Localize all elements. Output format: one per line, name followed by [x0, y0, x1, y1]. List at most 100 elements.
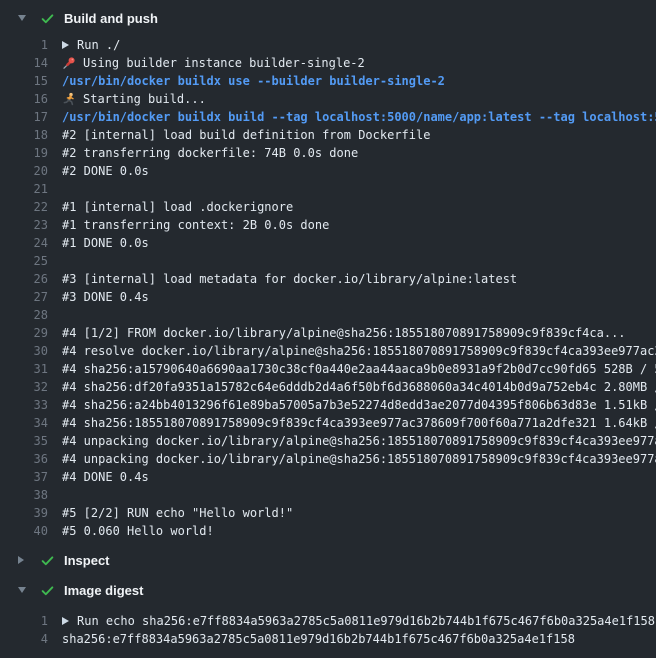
log-text-content: Starting build...: [83, 90, 206, 108]
log-text: [62, 306, 656, 324]
log-text: #5 [2/2] RUN echo "Hello world!": [62, 504, 656, 522]
success-check-icon: [40, 11, 55, 26]
runner-icon: [62, 92, 76, 106]
log-text: #1 transferring context: 2B 0.0s done: [62, 216, 656, 234]
log-line: 28: [0, 306, 656, 324]
log-text: #4 DONE 0.4s: [62, 468, 656, 486]
line-number[interactable]: 34: [0, 414, 48, 432]
log-line: 18#2 [internal] load build definition fr…: [0, 126, 656, 144]
line-number[interactable]: 38: [0, 486, 48, 504]
log-text-content: #3 [internal] load metadata for docker.i…: [62, 270, 517, 288]
log-text: #4 [1/2] FROM docker.io/library/alpine@s…: [62, 324, 656, 342]
section-header-build-and-push[interactable]: Build and push: [0, 0, 656, 36]
log-text: #4 sha256:df20fa9351a15782c64e6dddb2d4a6…: [62, 378, 656, 396]
log-text-content: #1 [internal] load .dockerignore: [62, 198, 293, 216]
line-number[interactable]: 39: [0, 504, 48, 522]
log-text: Run ./: [62, 36, 656, 54]
log-text-content: #4 DONE 0.4s: [62, 468, 149, 486]
line-number[interactable]: 31: [0, 360, 48, 378]
log-line: 39 #5 [2/2] RUN echo "Hello world!": [0, 504, 656, 522]
log-text-content: Using builder instance builder-single-2: [83, 54, 365, 72]
log-text: [62, 252, 656, 270]
line-number[interactable]: 28: [0, 306, 48, 324]
log-text-content: #4 sha256:a24bb4013296f61e89ba57005a7b3e…: [62, 396, 656, 414]
log-text-content: #5 [2/2] RUN echo "Hello world!": [62, 504, 293, 522]
expand-run-play-icon[interactable]: [62, 41, 69, 49]
line-number[interactable]: 37: [0, 468, 48, 486]
log-line: 17/usr/bin/docker buildx build --tag loc…: [0, 108, 656, 126]
line-number[interactable]: 20: [0, 162, 48, 180]
line-number[interactable]: 25: [0, 252, 48, 270]
log-line: 36 #4 unpacking docker.io/library/alpine@…: [0, 450, 656, 468]
log-line: 20 #2 DONE 0.0s: [0, 162, 656, 180]
success-check-icon: [40, 553, 55, 568]
log-text: #3 DONE 0.4s: [62, 288, 656, 306]
line-number[interactable]: 16: [0, 90, 48, 108]
line-number[interactable]: 35: [0, 432, 48, 450]
line-number[interactable]: 14: [0, 54, 48, 72]
log-line: 27 #3 DONE 0.4s: [0, 288, 656, 306]
log-text-content: #4 sha256:a15790640a6690aa1730c38cf0a440…: [62, 360, 656, 378]
actions-log-viewer: Build and push1Run ./14Using builder ins…: [0, 0, 656, 648]
line-number[interactable]: 21: [0, 180, 48, 198]
log-line: 15/usr/bin/docker buildx use --builder b…: [0, 72, 656, 90]
line-number[interactable]: 17: [0, 108, 48, 126]
line-number[interactable]: 19: [0, 144, 48, 162]
line-number[interactable]: 27: [0, 288, 48, 306]
log-line: 37 #4 DONE 0.4s: [0, 468, 656, 486]
log-text-content: Run ./: [77, 36, 120, 54]
log-line: 31 #4 sha256:a15790640a6690aa1730c38cf0a4…: [0, 360, 656, 378]
chevron-down-icon: [18, 15, 28, 21]
success-check-icon: [40, 583, 55, 598]
line-number[interactable]: 15: [0, 72, 48, 90]
expand-run-play-icon[interactable]: [62, 617, 69, 625]
log-text: #4 sha256:a24bb4013296f61e89ba57005a7b3e…: [62, 396, 656, 414]
section-title: Inspect: [64, 553, 110, 568]
log-text: Using builder instance builder-single-2: [62, 54, 656, 72]
log-text: [62, 180, 656, 198]
line-number[interactable]: 33: [0, 396, 48, 414]
log-text: #4 unpacking docker.io/library/alpine@sh…: [62, 432, 656, 450]
log-text-content: #4 sha256:df20fa9351a15782c64e6dddb2d4a6…: [62, 378, 656, 396]
line-number[interactable]: 30: [0, 342, 48, 360]
chevron-right-icon: [18, 556, 24, 564]
log-line: 38: [0, 486, 656, 504]
log-text-content: Run echo sha256:e7ff8834a5963a2785c5a081…: [77, 612, 655, 630]
log-text-content: /usr/bin/docker buildx build --tag local…: [62, 108, 656, 126]
log-line: 24 #1 DONE 0.0s: [0, 234, 656, 252]
log-line: 35 #4 unpacking docker.io/library/alpine@…: [0, 432, 656, 450]
line-number[interactable]: 18: [0, 126, 48, 144]
log-text-content: #4 unpacking docker.io/library/alpine@sh…: [62, 450, 656, 468]
log-text: #2 transferring dockerfile: 74B 0.0s don…: [62, 144, 656, 162]
line-number[interactable]: 23: [0, 216, 48, 234]
log-text: #4 sha256:a15790640a6690aa1730c38cf0a440…: [62, 360, 656, 378]
log-text: #2 DONE 0.0s: [62, 162, 656, 180]
log-line: 22 #1 [internal] load .dockerignore: [0, 198, 656, 216]
line-number[interactable]: 40: [0, 522, 48, 540]
log-text: sha256:e7ff8834a5963a2785c5a0811e979d16b…: [62, 630, 656, 648]
log-text-content: #1 transferring context: 2B 0.0s done: [62, 216, 329, 234]
line-number[interactable]: 36: [0, 450, 48, 468]
section-header-inspect[interactable]: Inspect: [0, 548, 656, 572]
line-number[interactable]: 22: [0, 198, 48, 216]
line-number[interactable]: 24: [0, 234, 48, 252]
log-line: 21: [0, 180, 656, 198]
line-number[interactable]: 32: [0, 378, 48, 396]
log-line: 4 sha256:e7ff8834a5963a2785c5a0811e979d16…: [0, 630, 656, 648]
log-line: 1 Run ./: [0, 36, 656, 54]
section-header-image-digest[interactable]: Image digest: [0, 578, 656, 602]
pushpin-icon: [62, 56, 76, 70]
line-number[interactable]: 1: [0, 36, 48, 54]
log-text: #1 DONE 0.0s: [62, 234, 656, 252]
log-text-content: #1 DONE 0.0s: [62, 234, 149, 252]
log-text: #4 sha256:185518070891758909c9f839cf4ca3…: [62, 414, 656, 432]
line-number[interactable]: 26: [0, 270, 48, 288]
log-text-content: #4 sha256:185518070891758909c9f839cf4ca3…: [62, 414, 656, 432]
line-number[interactable]: 29: [0, 324, 48, 342]
line-number[interactable]: 1: [0, 612, 48, 630]
log-text-content: #2 DONE 0.0s: [62, 162, 149, 180]
line-number[interactable]: 4: [0, 630, 48, 648]
log-text-content: #4 unpacking docker.io/library/alpine@sh…: [62, 432, 656, 450]
log-text: [62, 486, 656, 504]
log-text: #1 [internal] load .dockerignore: [62, 198, 656, 216]
